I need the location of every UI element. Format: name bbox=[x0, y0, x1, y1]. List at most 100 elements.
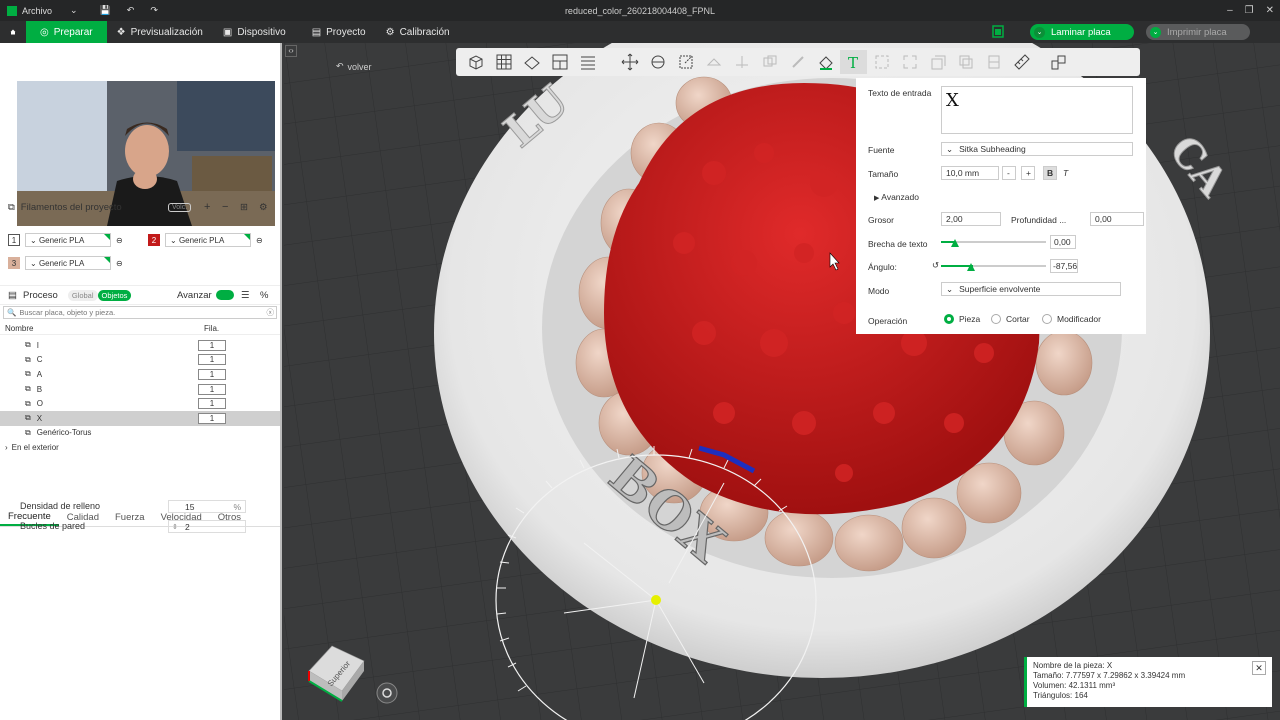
filament-slot-3[interactable]: 3 ⌄ Generic PLA ⊖ bbox=[8, 256, 123, 270]
advanced-toggle[interactable]: ▶ Avanzado bbox=[874, 192, 919, 202]
object-search[interactable]: 🔍 Buscar placa, objeto y pieza. ⓧ bbox=[3, 306, 277, 319]
volume-button[interactable]: Volc. bbox=[168, 202, 192, 212]
tree-row[interactable]: ⧉ Genérico-Torus bbox=[0, 426, 280, 441]
search-input[interactable]: Buscar placa, objeto y pieza. bbox=[19, 308, 115, 317]
maximize-icon[interactable]: ❐ bbox=[1245, 5, 1254, 16]
bold-button[interactable]: B bbox=[1043, 166, 1057, 180]
tree-row[interactable]: ⧉ O 1 bbox=[0, 396, 280, 411]
size-decrease-button[interactable]: - bbox=[1002, 166, 1016, 180]
part-count[interactable]: 1 bbox=[198, 354, 226, 366]
close-icon[interactable]: ✕ bbox=[1252, 661, 1266, 675]
text-tool-icon[interactable]: T bbox=[840, 50, 867, 74]
text-gap-input[interactable]: 0,00 bbox=[1050, 235, 1076, 249]
filament-slot-1[interactable]: 1 ⌄ Generic PLA ⊖ bbox=[8, 233, 123, 247]
cut-icon[interactable] bbox=[728, 50, 755, 74]
move-icon[interactable] bbox=[616, 50, 643, 74]
plate-icon[interactable] bbox=[992, 25, 1004, 41]
text-input-value[interactable]: X bbox=[946, 90, 959, 111]
clear-icon[interactable]: ⓧ bbox=[267, 307, 275, 318]
tab-strength[interactable]: Fuerza bbox=[107, 509, 153, 526]
font-select[interactable]: ⌄ Sitka Subheading bbox=[941, 142, 1133, 156]
angle-input[interactable]: -87,56 bbox=[1050, 259, 1078, 273]
tab-device[interactable]: ▣ Dispositivo bbox=[213, 21, 296, 43]
list-icon[interactable]: ☰ bbox=[241, 290, 250, 301]
filament-select[interactable]: ⌄ Generic PLA bbox=[25, 256, 111, 270]
objects-toggle[interactable]: Objetos bbox=[97, 289, 132, 301]
depth-input[interactable]: 0,00 bbox=[1090, 212, 1144, 226]
wall-loops-input[interactable]: ⇕ 2 bbox=[168, 520, 246, 533]
app-menu[interactable]: Archivo ⌄ bbox=[6, 5, 78, 17]
layers-icon[interactable] bbox=[574, 50, 601, 74]
scale-icon[interactable] bbox=[672, 50, 699, 74]
back-button[interactable]: ↶ volver bbox=[336, 61, 372, 72]
duplicate-icon[interactable] bbox=[952, 50, 979, 74]
global-toggle[interactable]: Global bbox=[67, 289, 98, 301]
text-input-area[interactable]: X bbox=[941, 86, 1133, 134]
layout-icon[interactable] bbox=[546, 50, 573, 74]
advanced-switch[interactable] bbox=[216, 290, 234, 300]
print-plate-button[interactable]: ⌄ Imprimir placa bbox=[1146, 24, 1250, 40]
tree-row-selected[interactable]: ⧉ X 1 bbox=[0, 410, 280, 426]
lay-on-face-icon[interactable] bbox=[700, 50, 727, 74]
mesh-boolean-icon[interactable] bbox=[756, 50, 783, 74]
redo-icon[interactable]: ↷ bbox=[150, 5, 158, 16]
gear-icon[interactable]: ⚙ bbox=[259, 202, 268, 213]
mode-select[interactable]: ⌄ Superficie envolvente bbox=[941, 282, 1121, 296]
grid-icon[interactable] bbox=[490, 50, 517, 74]
tab-calibration[interactable]: ⚙ Calibración bbox=[376, 21, 460, 43]
slice-plate-button[interactable]: ⌄ Laminar placa bbox=[1030, 24, 1134, 40]
undo-icon[interactable]: ↶ bbox=[127, 5, 135, 16]
filament-select[interactable]: ⌄ Generic PLA bbox=[165, 233, 251, 247]
part-count[interactable]: 1 bbox=[198, 339, 226, 351]
filament-slot-2[interactable]: 2 ⌄ Generic PLA ⊖ bbox=[148, 233, 263, 247]
op-cut-radio[interactable]: Cortar bbox=[991, 314, 1030, 324]
collapse-sidebar-icon[interactable]: ‹› bbox=[285, 45, 297, 57]
tab-preview[interactable]: ❖ Previsualización bbox=[107, 21, 213, 43]
add-cube-icon[interactable] bbox=[462, 50, 489, 74]
slider-thumb[interactable] bbox=[951, 239, 959, 247]
tree-row[interactable]: ⧉ B 1 bbox=[0, 382, 280, 397]
fit-icon[interactable] bbox=[896, 50, 923, 74]
tree-row-outside[interactable]: › En el exterior bbox=[0, 440, 280, 455]
rotate-icon[interactable] bbox=[644, 50, 671, 74]
tree-row[interactable]: ⧉ A 1 bbox=[0, 367, 280, 382]
filament-select[interactable]: ⌄ Generic PLA bbox=[25, 233, 111, 247]
text-gap-slider[interactable] bbox=[941, 239, 1046, 247]
remove-filament-icon[interactable]: − bbox=[222, 201, 228, 213]
close-icon[interactable]: ✕ bbox=[1266, 5, 1274, 16]
italic-button[interactable]: T bbox=[1063, 168, 1068, 178]
tree-row[interactable]: ⧉ I 1 bbox=[0, 338, 280, 353]
op-part-radio[interactable]: Pieza bbox=[944, 314, 980, 324]
filament-settings-icon[interactable]: ⊞ bbox=[240, 202, 248, 213]
tab-project[interactable]: ▤ Proyecto bbox=[302, 21, 376, 43]
home-button[interactable] bbox=[0, 21, 26, 43]
support-paint-icon[interactable] bbox=[784, 50, 811, 74]
percent-icon[interactable]: % bbox=[260, 290, 268, 301]
minimize-icon[interactable]: – bbox=[1227, 5, 1233, 16]
save-icon[interactable]: 💾 bbox=[100, 5, 111, 16]
edit-icon[interactable]: ⊖ bbox=[116, 236, 123, 245]
fill-density-input[interactable]: 15 % bbox=[168, 500, 246, 513]
reset-angle-icon[interactable]: ↺ bbox=[932, 260, 939, 271]
color-paint-icon[interactable] bbox=[812, 50, 839, 74]
ruler-icon[interactable] bbox=[1008, 50, 1035, 74]
tab-prepare[interactable]: ◎ Preparar bbox=[26, 21, 107, 43]
edit-icon[interactable]: ⊖ bbox=[256, 236, 263, 245]
thickness-input[interactable]: 2,00 bbox=[941, 212, 1001, 226]
tree-row[interactable]: ⧉ C 1 bbox=[0, 353, 280, 368]
slider-thumb[interactable] bbox=[967, 263, 975, 271]
size-increase-button[interactable]: + bbox=[1021, 166, 1035, 180]
op-modifier-radio[interactable]: Modificador bbox=[1042, 314, 1101, 324]
camera-view-icon[interactable] bbox=[376, 682, 398, 704]
measure-dims-icon[interactable] bbox=[868, 50, 895, 74]
part-count[interactable]: 1 bbox=[198, 412, 226, 424]
size-input[interactable]: 10,0 mm bbox=[941, 166, 999, 180]
add-filament-icon[interactable]: + bbox=[204, 201, 210, 213]
stack-icon[interactable] bbox=[924, 50, 951, 74]
gizmo-center[interactable] bbox=[651, 595, 661, 605]
part-count[interactable]: 1 bbox=[198, 368, 226, 380]
split-icon[interactable] bbox=[980, 50, 1007, 74]
part-count[interactable]: 1 bbox=[198, 383, 226, 395]
assembly-icon[interactable] bbox=[1044, 50, 1071, 74]
angle-slider[interactable] bbox=[941, 263, 1046, 271]
